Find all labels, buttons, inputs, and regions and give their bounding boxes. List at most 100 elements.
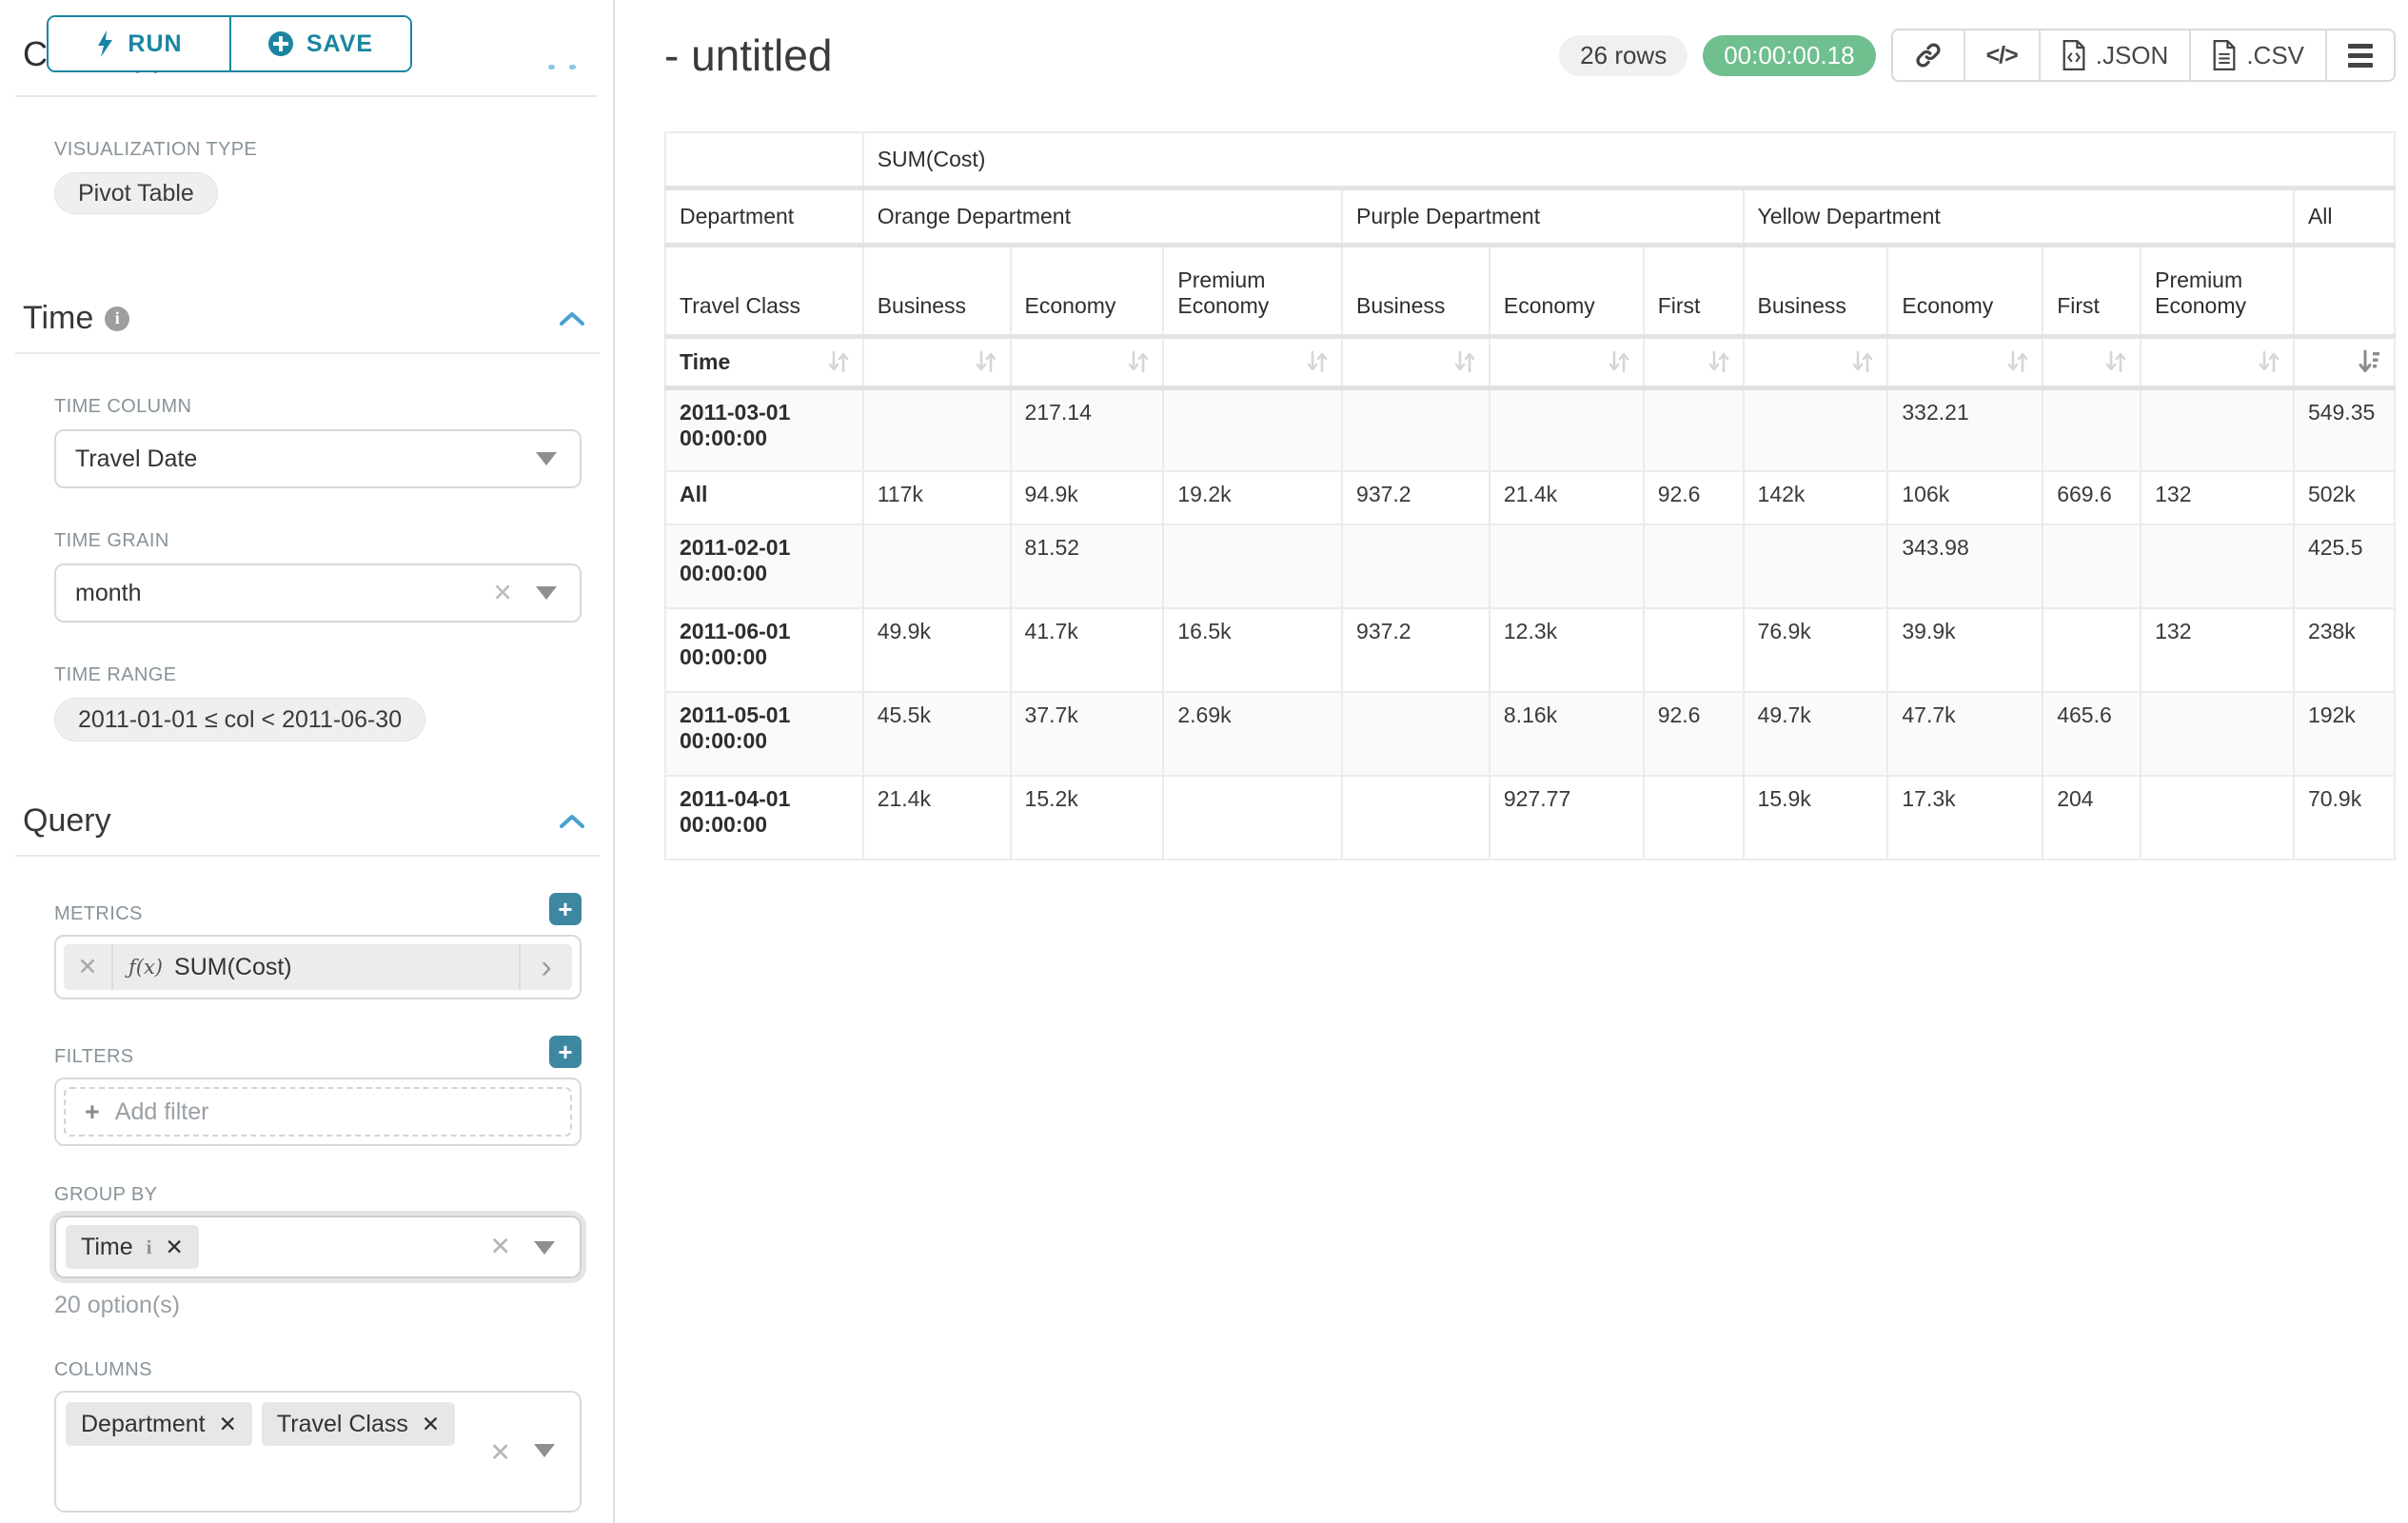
pivot-cell: 217.14 — [1011, 387, 1164, 471]
sort-cell — [2141, 336, 2294, 387]
clear-icon[interactable]: ✕ — [489, 1438, 511, 1468]
columns-tag-travel-class[interactable]: Travel Class ✕ — [262, 1402, 455, 1446]
group-by-tag-time[interactable]: Time i ✕ — [66, 1225, 199, 1269]
more-menu-button[interactable] — [2325, 30, 2394, 80]
col-header: Economy — [1490, 245, 1644, 336]
pivot-cell — [2141, 387, 2294, 471]
col-header: Economy — [1887, 245, 2043, 336]
tag-label: Time — [81, 1234, 133, 1261]
pivot-cell: 937.2 — [1342, 471, 1490, 524]
pivot-cell: 39.9k — [1887, 608, 2043, 692]
col-header: Business — [863, 245, 1011, 336]
add-filter-dropzone[interactable]: + Add filter — [64, 1087, 572, 1137]
pivot-cell — [863, 387, 1011, 471]
sort-arrows-icon[interactable] — [1454, 349, 1475, 374]
pivot-cell: 192k — [2294, 692, 2395, 776]
pivot-cell: 549.35 — [2294, 387, 2395, 471]
function-icon: ƒ(x) — [128, 956, 163, 979]
info-icon: i — [105, 307, 129, 331]
file-json-icon — [2062, 40, 2086, 70]
sort-arrows-icon[interactable] — [976, 349, 997, 374]
run-button-label: RUN — [128, 30, 182, 58]
sort-arrows-icon[interactable] — [2105, 349, 2126, 374]
save-button[interactable]: SAVE — [229, 17, 410, 70]
sort-row: Time — [665, 336, 2395, 387]
col-header: Business — [1342, 245, 1490, 336]
sort-arrows-icon[interactable] — [1609, 349, 1629, 374]
chevron-down-icon — [536, 586, 557, 600]
time-grain-select[interactable]: month ✕ — [54, 564, 582, 623]
columns-label: COLUMNS — [54, 1359, 582, 1381]
columns-tag-department[interactable]: Department ✕ — [66, 1402, 252, 1446]
remove-tag-icon[interactable]: ✕ — [165, 1235, 183, 1260]
file-csv-icon — [2212, 40, 2237, 70]
pivot-cell: 92.6 — [1644, 471, 1744, 524]
sort-arrows-icon[interactable] — [2259, 349, 2280, 374]
sort-cell — [2043, 336, 2141, 387]
time-column-select[interactable]: Travel Date — [54, 429, 582, 488]
chart-header: - untitled 26 rows 00:00:00.18 </> .JSON — [664, 29, 2396, 82]
clipped-icon-dot — [548, 65, 555, 69]
sort-arrows-icon[interactable] — [1307, 349, 1328, 374]
department-header-row: Department Orange Department Purple Depa… — [665, 188, 2395, 245]
time-column-label: TIME COLUMN — [54, 396, 582, 418]
pivot-cell: 12.3k — [1490, 608, 1644, 692]
col-group-header: Purple Department — [1342, 188, 1744, 245]
chevron-up-icon[interactable] — [560, 815, 584, 828]
pivot-cell: 41.7k — [1011, 608, 1164, 692]
clear-icon[interactable]: ✕ — [492, 579, 513, 608]
pivot-cell — [1644, 524, 1744, 608]
time-grain-value: month — [75, 580, 141, 607]
chevron-up-icon[interactable] — [560, 312, 584, 326]
time-range-value[interactable]: 2011-01-01 ≤ col < 2011-06-30 — [54, 698, 425, 742]
sort-arrows-icon[interactable] — [2007, 349, 2028, 374]
pivot-cell — [1744, 387, 1888, 471]
export-json-button[interactable]: .JSON — [2039, 30, 2190, 80]
pivot-body: 2011-03-01 00:00:00217.14332.21549.35All… — [665, 387, 2395, 860]
time-section-header[interactable]: Time i — [23, 300, 584, 337]
remove-metric-icon[interactable]: ✕ — [64, 944, 113, 990]
pivot-cell — [1490, 524, 1644, 608]
control-panel-sidebar: Chart Type RUN SAVE VISUALIZATION TYPE P… — [0, 0, 615, 1523]
chevron-right-icon[interactable]: › — [519, 944, 572, 990]
group-by-select[interactable]: Time i ✕ ✕ — [54, 1216, 582, 1278]
columns-select[interactable]: Department ✕ Travel Class ✕ ✕ — [54, 1391, 582, 1513]
sort-arrows-icon[interactable] — [828, 349, 849, 374]
metrics-field-header: METRICS + — [54, 893, 582, 925]
pivot-cell — [1342, 692, 1490, 776]
share-link-button[interactable] — [1893, 30, 1964, 80]
add-filter-button[interactable]: + — [549, 1036, 582, 1068]
pivot-cell: 16.5k — [1163, 608, 1342, 692]
run-button[interactable]: RUN — [49, 17, 229, 70]
embed-code-button[interactable]: </> — [1964, 30, 2039, 80]
add-metric-button[interactable]: + — [549, 893, 582, 925]
export-csv-button[interactable]: .CSV — [2189, 30, 2325, 80]
visualization-type-value[interactable]: Pivot Table — [54, 172, 218, 214]
section-divider — [15, 855, 600, 857]
pivot-cell: 49.7k — [1744, 692, 1888, 776]
clear-icon[interactable]: ✕ — [489, 1233, 511, 1262]
chevron-down-icon — [536, 452, 557, 465]
remove-tag-icon[interactable]: ✕ — [219, 1412, 237, 1437]
sort-arrows-icon[interactable] — [1852, 349, 1873, 374]
col-header: Premium Economy — [2141, 245, 2294, 336]
chart-panel: - untitled 26 rows 00:00:00.18 </> .JSON — [615, 0, 2408, 1523]
query-section-header[interactable]: Query — [23, 802, 584, 840]
sort-arrows-icon[interactable] — [1708, 349, 1729, 374]
pivot-cell — [2141, 692, 2294, 776]
sort-cell — [1744, 336, 1888, 387]
col-header: First — [1644, 245, 1744, 336]
remove-tag-icon[interactable]: ✕ — [422, 1412, 440, 1437]
sort-desc-icon[interactable] — [2358, 349, 2380, 374]
pivot-cell: 117k — [863, 471, 1011, 524]
metric-chip[interactable]: ✕ ƒ(x) SUM(Cost) › — [64, 944, 572, 990]
row-label: 2011-06-01 00:00:00 — [665, 608, 863, 692]
pivot-cell — [1490, 387, 1644, 471]
col-header: Business — [1744, 245, 1888, 336]
chart-title[interactable]: - untitled — [664, 30, 832, 81]
row-label: All — [665, 471, 863, 524]
pivot-cell: 8.16k — [1490, 692, 1644, 776]
pivot-cell: 17.3k — [1887, 776, 2043, 860]
time-column-value: Travel Date — [75, 445, 197, 473]
sort-arrows-icon[interactable] — [1128, 349, 1149, 374]
